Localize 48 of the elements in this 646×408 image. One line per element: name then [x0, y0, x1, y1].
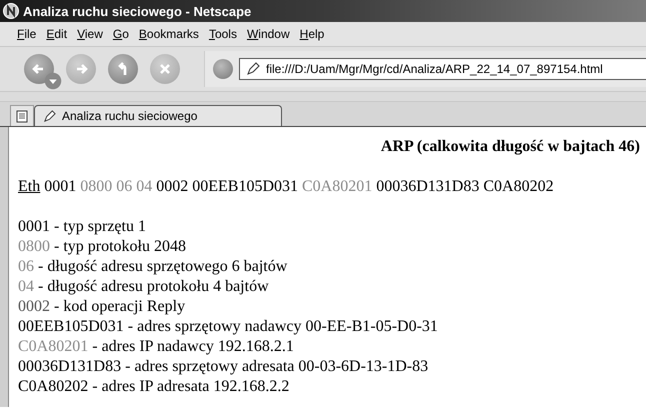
hex-field: 00036D131D83 — [376, 178, 480, 195]
menu-item[interactable]: View — [72, 27, 108, 41]
field-description: - kod operacji Reply — [53, 298, 186, 315]
go-button[interactable] — [213, 59, 233, 79]
hex-field: 0002 — [156, 178, 188, 195]
hex-field: 04 — [136, 178, 152, 195]
menu-item[interactable]: File — [12, 27, 42, 41]
page-heading: ARP (calkowita długość w bajtach 46) — [380, 137, 640, 157]
field-code: 06 — [18, 258, 34, 275]
dropdown-icon[interactable] — [44, 72, 62, 90]
field-code: C0A80202 — [18, 378, 88, 395]
field-code: C0A80201 — [18, 338, 88, 355]
reload-button[interactable] — [108, 54, 138, 84]
field-code: 00036D131D83 — [18, 358, 122, 375]
field-description: - typ sprzętu 1 — [53, 218, 146, 235]
menu-item[interactable]: Window — [242, 27, 295, 41]
hex-field: C0A80201 — [302, 178, 372, 195]
pencil-icon — [43, 110, 56, 122]
hex-field: 06 — [116, 178, 132, 195]
menu-item[interactable]: Go — [108, 27, 134, 41]
field-description: - typ protokołu 2048 — [53, 238, 186, 255]
document-icon — [15, 109, 29, 123]
field-code: 0800 — [18, 238, 50, 255]
address-field[interactable]: file:///D:/Uam/Mgr/Mgr/cd/Analiza/ARP_22_14_07_897154.html — [239, 58, 646, 80]
hex-field: 00EEB105D031 — [192, 178, 298, 195]
field-description: - adres IP adresata 192.168.2.2 — [91, 378, 290, 395]
field-description: - długość adresu protokołu 4 bajtów — [37, 278, 269, 295]
menu-item[interactable]: Help — [294, 27, 330, 41]
field-code: 0002 — [18, 298, 50, 315]
menu-item[interactable]: Bookmarks — [134, 27, 204, 41]
field-description: - adres sprzętowy adresata 00-03-6D-13-1D-83 — [124, 358, 428, 375]
field-code: 0001 — [18, 218, 50, 235]
hex-field: 0001 — [44, 178, 76, 195]
window-title: Analiza ruchu sieciowego - Netscape — [23, 4, 252, 18]
pencil-icon — [246, 62, 260, 76]
new-tab-button[interactable] — [10, 105, 34, 126]
menu-item[interactable]: Tools — [204, 27, 242, 41]
field-description: - adres sprzętowy nadawcy 00-EE-B1-05-D0-31 — [126, 318, 438, 335]
hex-field: 0800 — [80, 178, 112, 195]
tab[interactable]: Analiza ruchu sieciowego — [34, 105, 282, 126]
field-description: - adres IP nadawcy 192.168.2.1 — [91, 338, 294, 355]
link[interactable]: Eth — [18, 178, 40, 195]
menu-item[interactable]: Edit — [41, 27, 72, 41]
hex-field: C0A80202 — [483, 178, 554, 195]
app-logo-icon — [3, 3, 19, 19]
field-code: 00EEB105D031 — [18, 318, 124, 335]
field-description: - długość adresu sprzętowego 6 bajtów — [37, 258, 288, 275]
field-code: 04 — [18, 278, 34, 295]
